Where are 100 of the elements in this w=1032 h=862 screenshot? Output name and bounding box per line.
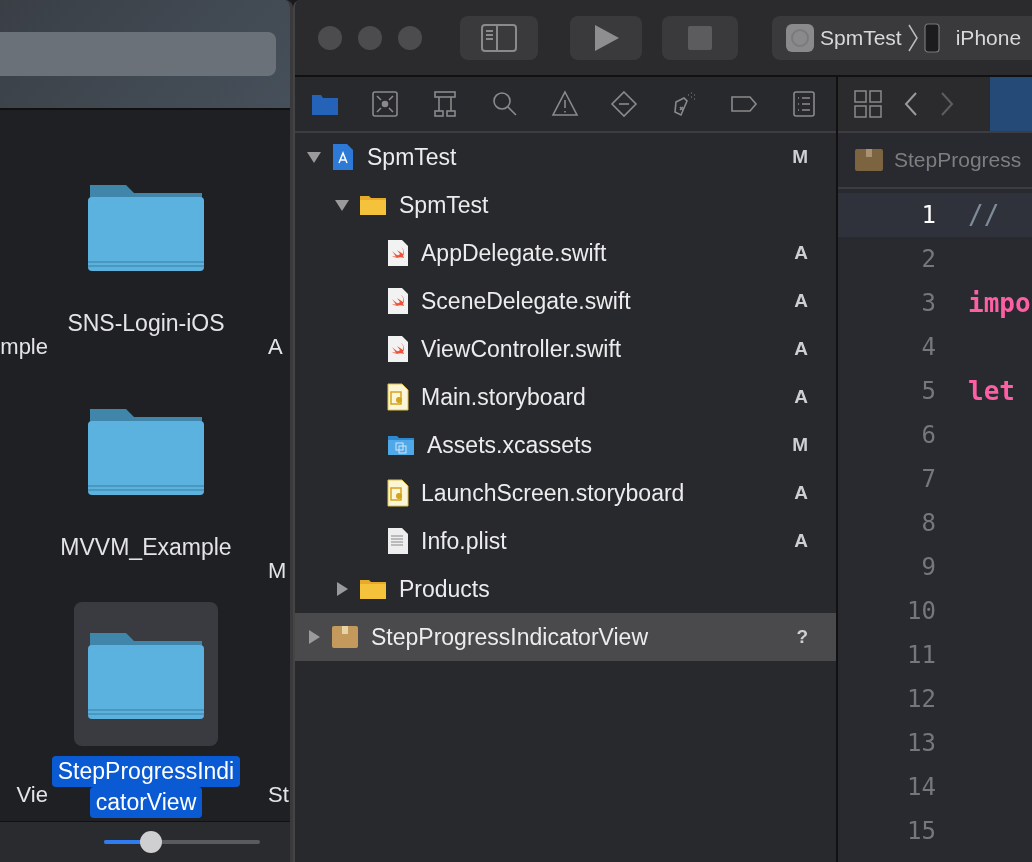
- file-name: Info.plist: [421, 527, 507, 555]
- asset-folder-icon: [387, 434, 415, 456]
- file-name: LaunchScreen.storyboard: [421, 479, 685, 507]
- expand-triangle-icon[interactable]: [335, 582, 349, 596]
- stop-button[interactable]: [662, 15, 738, 60]
- navigator-tab[interactable]: [550, 90, 579, 118]
- folder-label: catorView: [89, 787, 203, 818]
- folder-label: MVVM_Example: [59, 533, 233, 562]
- line-number: 13: [906, 729, 936, 757]
- file-name: AppDelegate.swift: [421, 239, 607, 267]
- search-icon: [490, 90, 519, 118]
- status-mark: ?: [796, 626, 808, 648]
- list-icon: [790, 90, 818, 118]
- package-icon: [331, 625, 359, 649]
- device-name: iPhone: [955, 25, 1022, 50]
- file-row[interactable]: Assets.xcassets M: [295, 421, 836, 469]
- status-mark: A: [794, 530, 808, 552]
- line-number: 4: [920, 333, 936, 361]
- file-row[interactable]: SpmTest: [295, 181, 836, 229]
- folder-label: M: [268, 558, 288, 584]
- line-number: 12: [906, 685, 936, 713]
- line-number: 9: [920, 553, 936, 581]
- file-row[interactable]: ViewController.swift A: [295, 325, 836, 373]
- expand-triangle-icon[interactable]: [307, 630, 321, 644]
- line-number: 1: [920, 201, 936, 229]
- navigator-tab[interactable]: [610, 90, 639, 118]
- run-button[interactable]: [570, 15, 642, 60]
- folder-label: mple: [0, 334, 48, 360]
- navigator-tab[interactable]: [790, 90, 818, 118]
- line-number: 8: [920, 509, 936, 537]
- play-icon: [592, 23, 620, 52]
- line-number: 5: [920, 377, 936, 405]
- line-number: 6: [920, 421, 936, 449]
- folder-label: A: [268, 334, 284, 360]
- file-name: Assets.xcassets: [427, 431, 592, 459]
- collapse-triangle-icon[interactable]: [335, 198, 349, 212]
- swift-file-icon: [387, 239, 409, 267]
- icon-size-slider[interactable]: [104, 831, 260, 853]
- folder-icon: [359, 578, 387, 600]
- line-number: 3: [920, 289, 936, 317]
- file-row[interactable]: SpmTest M: [295, 133, 836, 181]
- status-mark: A: [794, 386, 808, 408]
- folder-icon: [359, 194, 387, 216]
- stop-icon: [688, 25, 712, 50]
- line-number: 15: [906, 817, 936, 845]
- file-row[interactable]: SceneDelegate.swift A: [295, 277, 836, 325]
- line-number: 2: [920, 245, 936, 273]
- scheme-selector[interactable]: SpmTest iPhone: [772, 15, 1032, 60]
- swift-file-icon: [387, 287, 409, 315]
- sidebar-icon: [481, 23, 517, 52]
- status-mark: A: [794, 338, 808, 360]
- file-row[interactable]: Info.plist A: [295, 517, 836, 565]
- navigator-tab[interactable]: [370, 90, 399, 118]
- code-comment: //: [968, 200, 1000, 230]
- grid-icon[interactable]: [854, 90, 882, 118]
- storyboard-file-icon: [387, 479, 409, 507]
- folder-item[interactable]: SNS-Login-iOS: [48, 154, 244, 378]
- status-mark: M: [792, 434, 808, 456]
- project-file-icon: [331, 143, 355, 171]
- line-number: 7: [920, 465, 936, 493]
- line-number: 14: [906, 773, 936, 801]
- file-name: SpmTest: [367, 143, 457, 171]
- box-icon: [370, 90, 399, 118]
- folder-item[interactable]: MVVM_Example: [48, 378, 244, 602]
- file-name: StepProgressIndicatorView: [371, 623, 648, 651]
- file-name: Products: [399, 575, 490, 603]
- file-row[interactable]: Products: [295, 565, 836, 613]
- file-row[interactable]: AppDelegate.swift A: [295, 229, 836, 277]
- status-mark: A: [794, 242, 808, 264]
- file-row[interactable]: LaunchScreen.storyboard A: [295, 469, 836, 517]
- navigator-tab[interactable]: [490, 90, 519, 118]
- code-keyword: impo: [968, 288, 1031, 318]
- file-name: SpmTest: [399, 191, 489, 219]
- file-name: SceneDelegate.swift: [421, 287, 631, 315]
- storyboard-file-icon: [387, 383, 409, 411]
- search-field[interactable]: [0, 32, 276, 76]
- folder-label: SNS-Login-iOS: [66, 309, 226, 338]
- status-mark: M: [792, 146, 808, 168]
- status-mark: A: [794, 290, 808, 312]
- folder-label: StepProgressIndi: [51, 756, 241, 787]
- diamond-icon: [610, 90, 639, 118]
- collapse-triangle-icon[interactable]: [307, 150, 321, 164]
- phone-icon: [923, 22, 940, 53]
- breadcrumb-item[interactable]: StepProgress: [894, 148, 1022, 172]
- app-icon: [786, 23, 814, 52]
- status-mark: A: [794, 482, 808, 504]
- folder-item[interactable]: StepProgressIndi catorView: [48, 602, 244, 818]
- code-keyword: let: [968, 376, 1015, 406]
- navigator-toggle-button[interactable]: [460, 15, 538, 60]
- file-row[interactable]: Main.storyboard A: [295, 373, 836, 421]
- file-name: Main.storyboard: [421, 383, 586, 411]
- plist-file-icon: [387, 527, 409, 555]
- package-icon: [854, 148, 884, 172]
- warning-icon: [550, 90, 579, 118]
- file-name: ViewController.swift: [421, 335, 622, 363]
- folder-label: Vie: [16, 782, 48, 808]
- chevron-icon: [907, 23, 918, 52]
- file-row[interactable]: StepProgressIndicatorView ?: [295, 613, 836, 661]
- line-number: 11: [906, 641, 936, 669]
- swift-file-icon: [387, 335, 409, 363]
